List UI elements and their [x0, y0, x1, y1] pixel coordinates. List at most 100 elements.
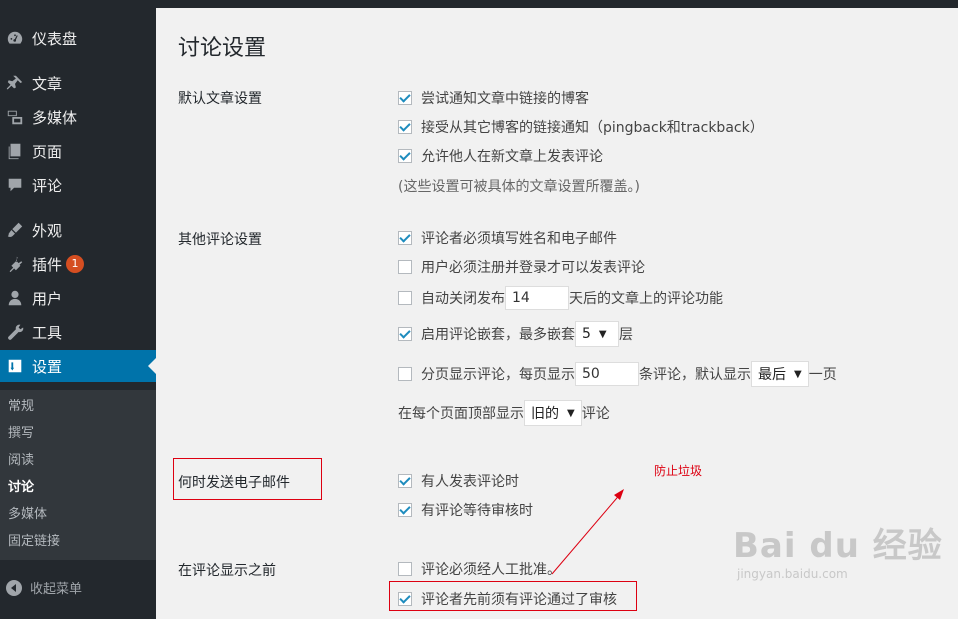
option-label: 评论必须经人工批准。	[421, 562, 561, 578]
menu-label: 文章	[32, 74, 63, 93]
paged-comments-checkbox[interactable]	[398, 367, 412, 381]
select-value: 5	[582, 326, 591, 342]
email-me-label: 何时发送电子邮件	[178, 475, 290, 491]
comments-per-page-input[interactable]: 50	[575, 362, 639, 386]
settings-icon	[6, 357, 24, 375]
option-label: 用户必须注册并登录才可以发表评论	[421, 260, 645, 276]
manual-approval-checkbox[interactable]	[398, 562, 412, 576]
email-on-moderation-checkbox[interactable]	[398, 503, 412, 517]
option-previously-approved: 评论者先前须有评论通过了审核	[398, 589, 617, 609]
comment-order-select[interactable]: 旧的 ▼	[524, 400, 582, 426]
option-email-on-comment: 有人发表评论时	[398, 471, 519, 491]
appearance-icon	[6, 221, 24, 239]
override-note: (这些设置可被具体的文章设置所覆盖。)	[398, 179, 640, 195]
dropdown-arrow-icon: ▼	[794, 368, 802, 380]
allow-comments-checkbox[interactable]	[398, 149, 412, 163]
submenu-writing[interactable]: 撰写	[8, 422, 34, 441]
before-comment-appears-label: 在评论显示之前	[178, 563, 276, 579]
watermark-brand: Bai du 经验	[733, 526, 943, 566]
option-label: 一页	[808, 367, 837, 383]
dashboard-icon	[6, 29, 24, 47]
option-label: 有人发表评论时	[421, 474, 519, 490]
menu-label: 页面	[32, 142, 63, 161]
option-label: 评论者先前须有评论通过了审核	[421, 592, 617, 608]
menu-users[interactable]: 用户	[0, 282, 156, 314]
option-label: 层	[619, 327, 633, 343]
previously-approved-checkbox[interactable]	[398, 592, 412, 606]
menu-label: 仪表盘	[32, 29, 78, 48]
menu-settings[interactable]: 设置	[0, 350, 156, 382]
menu-comments[interactable]: 评论	[0, 169, 156, 201]
annotation-arrow	[551, 489, 624, 575]
pin-icon	[6, 74, 24, 92]
collapse-menu-button[interactable]: 收起菜单	[6, 578, 82, 597]
menu-pages[interactable]: 页面	[0, 135, 156, 167]
option-email-on-moderation: 有评论等待审核时	[398, 500, 533, 520]
thread-depth-select[interactable]: 5 ▼	[575, 321, 619, 347]
option-require-name-email: 评论者必须填写姓名和电子邮件	[398, 228, 617, 248]
require-name-email-checkbox[interactable]	[398, 231, 412, 245]
option-allow-pingbacks: 接受从其它博客的链接通知（pingback和trackback）	[398, 117, 764, 137]
notify-linked-blogs-checkbox[interactable]	[398, 91, 412, 105]
annotation-text: 防止垃圾	[654, 464, 703, 478]
email-on-comment-checkbox[interactable]	[398, 474, 412, 488]
user-icon	[6, 289, 24, 307]
option-notify-linked-blogs: 尝试通知文章中链接的博客	[398, 88, 589, 108]
option-label: 条评论，默认显示	[639, 367, 751, 383]
menu-plugins[interactable]: 插件 1	[0, 248, 156, 280]
comment-icon	[6, 176, 24, 194]
option-paged-comments: 分页显示评论，每页显示 50 条评论，默认显示 最后 ▼ 一页	[398, 361, 837, 387]
allow-pingbacks-checkbox[interactable]	[398, 120, 412, 134]
menu-dashboard[interactable]: 仪表盘	[0, 22, 156, 54]
update-count-badge: 1	[66, 255, 85, 273]
option-threaded-comments: 启用评论嵌套，最多嵌套 5 ▼ 层	[398, 321, 633, 347]
option-label: 启用评论嵌套，最多嵌套	[421, 327, 575, 343]
option-registered-only: 用户必须注册并登录才可以发表评论	[398, 257, 645, 277]
watermark-url: jingyan.baidu.com	[737, 567, 848, 581]
collapse-menu-label: 收起菜单	[30, 582, 83, 597]
submenu-reading[interactable]: 阅读	[8, 449, 34, 468]
submenu-general[interactable]: 常规	[8, 395, 34, 414]
select-value: 旧的	[531, 406, 559, 422]
admin-sidebar: 仪表盘 文章 多媒体 页面 评论 外观 插件 1 用户 工具 设置 常规 撰写 …	[0, 8, 156, 619]
option-manual-approval: 评论必须经人工批准。	[398, 559, 561, 579]
menu-media[interactable]: 多媒体	[0, 101, 156, 133]
media-icon	[6, 108, 24, 126]
default-article-settings-label: 默认文章设置	[178, 91, 262, 107]
submenu-discussion[interactable]: 讨论	[8, 476, 34, 495]
option-label: 在每个页面顶部显示	[398, 406, 524, 422]
option-label: 评论者必须填写姓名和电子邮件	[421, 231, 617, 247]
select-value: 最后	[758, 367, 786, 383]
option-comment-order: 在每个页面顶部显示 旧的 ▼ 评论	[398, 400, 610, 426]
other-comment-settings-label: 其他评论设置	[178, 232, 262, 248]
menu-label: 设置	[32, 357, 63, 376]
menu-appearance[interactable]: 外观	[0, 214, 156, 246]
option-label: 分页显示评论，每页显示	[421, 367, 575, 383]
option-label: 评论	[581, 406, 610, 422]
option-auto-close: 自动关闭发布 14 天后的文章上的评论功能	[398, 286, 723, 310]
plugin-icon	[6, 255, 24, 273]
dropdown-arrow-icon: ▼	[598, 328, 607, 340]
threaded-comments-checkbox[interactable]	[398, 327, 412, 341]
default-page-select[interactable]: 最后 ▼	[751, 361, 809, 387]
menu-label: 用户	[32, 289, 63, 308]
option-allow-comments: 允许他人在新文章上发表评论	[398, 146, 603, 166]
menu-tools[interactable]: 工具	[0, 316, 156, 348]
menu-label: 插件	[32, 255, 63, 274]
submenu-permalinks[interactable]: 固定链接	[8, 530, 60, 549]
option-label: 自动关闭发布	[421, 291, 505, 307]
option-label: 天后的文章上的评论功能	[569, 291, 723, 307]
page-icon	[6, 142, 24, 160]
baidu-watermark: Bai du 经验 jingyan.baidu.com	[733, 518, 943, 581]
option-label: 有评论等待审核时	[421, 503, 533, 519]
menu-posts[interactable]: 文章	[0, 67, 156, 99]
registered-only-checkbox[interactable]	[398, 260, 412, 274]
collapse-arrow-icon	[6, 579, 22, 596]
close-days-input[interactable]: 14	[505, 286, 569, 310]
option-label: 尝试通知文章中链接的博客	[421, 91, 589, 107]
settings-submenu: 常规 撰写 阅读 讨论 多媒体 固定链接	[0, 390, 156, 560]
dropdown-arrow-icon: ▼	[567, 407, 575, 419]
menu-label: 外观	[32, 221, 63, 240]
submenu-media[interactable]: 多媒体	[8, 503, 47, 522]
auto-close-checkbox[interactable]	[398, 291, 412, 305]
